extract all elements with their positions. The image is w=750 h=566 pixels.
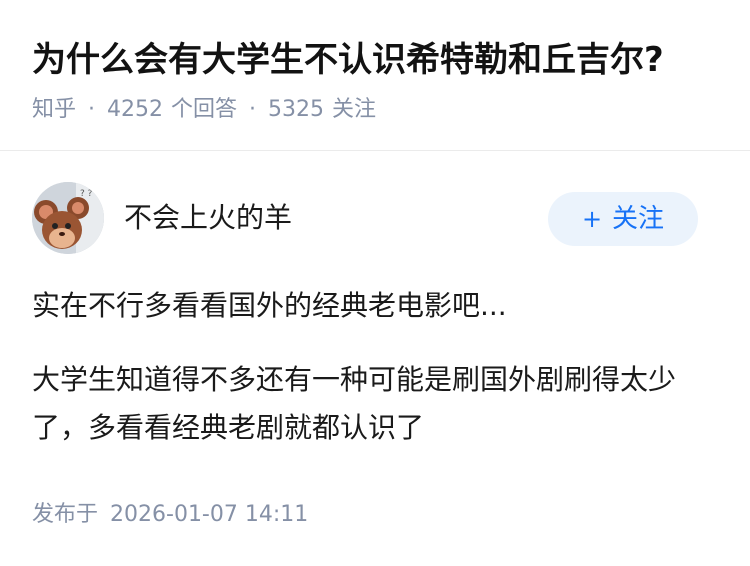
published-label: 发布于 [32,502,99,527]
published-time: 2026-01-07 14:11 [110,502,309,527]
question-header: 为什么会有大学生不认识希特勒和丘吉尔? 知乎 · 4252 个回答 · 5325 关注 [0,0,750,150]
author-name[interactable]: 不会上火的羊 [124,200,292,236]
publish-info: 发布于 2026-01-07 14:11 [32,500,308,530]
answer-paragraph: 大学生知道得不多还有一种可能是刷国外剧刷得太少了，多看看经典老剧就都认识了 [32,363,677,444]
avatar-image: ? ? ? [32,182,104,254]
answer-count: 4252 [107,97,164,122]
answer-paragraph: 实在不行多看看国外的经典老电影吧... [32,289,507,322]
answer-count-link[interactable]: 4252 个回答 [107,97,237,122]
meta-separator: · [249,97,257,122]
source-label[interactable]: 知乎 [32,97,76,122]
meta-separator: · [88,97,96,122]
follow-button-label: 关注 [612,204,665,234]
follow-button[interactable]: + 关注 [548,192,698,246]
author-row: ? ? ? 不会上火的羊 + 关注 [32,182,718,258]
follower-count-link[interactable]: 5325 关注 [268,97,376,122]
answer-page: 为什么会有大学生不认识希特勒和丘吉尔? 知乎 · 4252 个回答 · 5325 关注 ? … [0,0,750,566]
answer-body: 实在不行多看看国外的经典老电影吧... 大学生知道得不多还有一种可能是刷国外剧刷… [32,282,718,478]
follower-count: 5325 [268,97,325,122]
svg-text:? ? ?: ? ? ? [80,189,100,199]
cartoon-mouse-avatar-icon[interactable]: ? ? ? [32,182,104,254]
question-meta: 知乎 · 4252 个回答 · 5325 关注 [32,95,376,125]
plus-icon: + [581,205,603,233]
answer-count-label: 个回答 [171,97,238,122]
follower-count-label: 关注 [332,97,377,122]
question-title[interactable]: 为什么会有大学生不认识希特勒和丘吉尔? [32,38,664,82]
divider [0,150,750,151]
